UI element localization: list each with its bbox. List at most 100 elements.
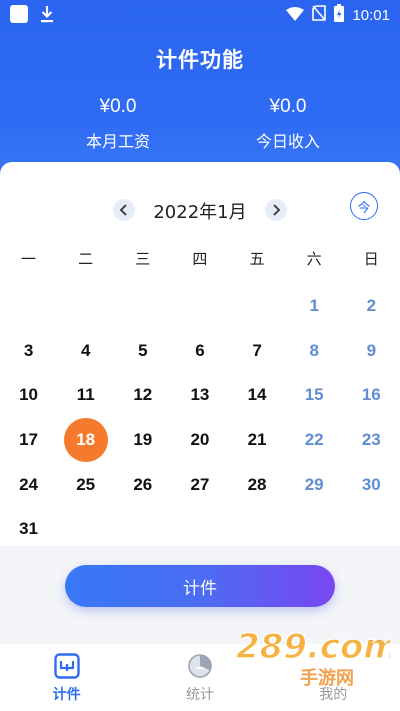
calendar-day-empty	[229, 507, 286, 552]
tab-label: 统计	[185, 687, 214, 703]
calendar-day[interactable]: 10	[0, 373, 57, 418]
calendar-day[interactable]: 6	[171, 329, 228, 374]
calendar-day-empty	[0, 284, 57, 329]
calendar-day[interactable]: 8	[286, 329, 343, 374]
calendar-day[interactable]: 19	[114, 418, 171, 463]
pie-chart-icon	[186, 652, 214, 680]
calendar-day[interactable]: 9	[343, 329, 400, 374]
calendar-day[interactable]: 12	[114, 373, 171, 418]
today-button[interactable]: 今	[350, 192, 378, 220]
calendar-day-number: 11	[76, 385, 95, 405]
calendar-day-empty	[114, 284, 171, 329]
calendar-day-number: 4	[80, 340, 91, 360]
calendar-day-number: 6	[195, 340, 205, 360]
next-month-button[interactable]	[265, 199, 287, 221]
calendar-day-number: 20	[190, 430, 210, 450]
calendar-day[interactable]: 5	[114, 329, 171, 374]
calendar-day-empty	[57, 507, 114, 552]
calendar-card: 2022年1月 今 一 二 三 四 五 六 日 1 2 3 4 5 6 7 8 9 10 11 12 1…	[0, 162, 400, 546]
calendar-day[interactable]: 14	[229, 373, 286, 418]
calendar-day[interactable]: 7	[229, 329, 286, 374]
today-income-label: 今日收入	[255, 132, 320, 151]
monthly-wage-label: 本月工资	[85, 132, 150, 151]
calendar-day-number: 25	[76, 474, 96, 494]
calendar-day[interactable]: 22	[286, 418, 343, 463]
calendar-day[interactable]: 23	[343, 418, 400, 463]
calendar-day-number: 28	[247, 474, 267, 494]
calendar-day[interactable]: 29	[286, 462, 343, 507]
tab-label: 计件	[52, 687, 81, 703]
calendar-day[interactable]: 21	[229, 418, 286, 463]
calendar-day-empty	[229, 284, 286, 329]
calendar-day-number: 22	[304, 430, 324, 450]
calendar-day-empty	[343, 507, 400, 552]
calendar-day[interactable]: 30	[343, 462, 400, 507]
weekday-sun: 日	[363, 250, 379, 268]
calendar-day[interactable]: 13	[171, 373, 228, 418]
weekday-mon: 一	[21, 250, 37, 268]
bottom-tab-bar: 计件 统计 我的	[0, 644, 400, 711]
prev-month-button[interactable]	[113, 199, 135, 221]
calendar-day[interactable]: 17	[0, 418, 57, 463]
calendar-day[interactable]: 31	[0, 507, 57, 552]
calendar-day[interactable]: 28	[229, 462, 286, 507]
weekday-sat: 六	[306, 250, 322, 268]
calendar-day[interactable]: 4	[57, 329, 114, 374]
calendar-day[interactable]: 3	[0, 329, 57, 374]
calendar-day-number: 7	[252, 340, 262, 360]
calendar-day[interactable]: 25	[57, 462, 114, 507]
calendar-day-number: 12	[133, 385, 153, 405]
calendar-day[interactable]: 1	[286, 284, 343, 329]
weekday-thu: 四	[192, 250, 208, 268]
calendar-day-selected[interactable]: 18	[57, 418, 114, 463]
calendar-day-number: 26	[133, 474, 153, 494]
weekday-fri: 五	[249, 250, 265, 268]
calendar-day[interactable]: 26	[114, 462, 171, 507]
calendar-day[interactable]: 20	[171, 418, 228, 463]
calendar-day-empty	[171, 284, 228, 329]
calendar-day-number: 8	[309, 340, 319, 360]
calendar-day-empty	[114, 507, 171, 552]
today-income-stat: ¥0.0 今日收入	[218, 96, 358, 152]
calendar-day-empty	[286, 507, 343, 552]
calendar-day-number: 10	[19, 385, 39, 405]
calendar-day-number: 5	[138, 340, 148, 360]
calendar-day[interactable]: 2	[343, 284, 400, 329]
weekday-tue: 二	[78, 250, 94, 268]
calendar-day-number: 21	[247, 430, 267, 450]
tab-mine[interactable]: 我的	[267, 644, 400, 711]
tab-label: 我的	[319, 687, 348, 703]
calendar-day-number: 23	[361, 430, 381, 450]
calendar-day[interactable]: 24	[0, 462, 57, 507]
calendar-day-empty	[57, 284, 114, 329]
calendar-day-number: 17	[19, 430, 39, 450]
calendar-day-number: 16	[361, 385, 381, 405]
page-title: 计件功能	[156, 48, 244, 72]
calendar-day-number: 19	[133, 430, 153, 450]
calendar-day-number: 14	[247, 385, 267, 405]
tab-statistics[interactable]: 统计	[133, 644, 266, 711]
calendar-day[interactable]: 15	[286, 373, 343, 418]
monthly-wage-value: ¥0.0	[99, 96, 137, 117]
weekday-header: 一 二 三 四 五 六 日	[0, 248, 400, 269]
battery-icon	[334, 4, 345, 26]
monthly-wage-stat: ¥0.0 本月工资	[48, 96, 188, 152]
user-icon	[319, 652, 347, 680]
tab-piece-count[interactable]: 计件	[0, 644, 133, 711]
chevron-left-icon	[119, 204, 127, 216]
piece-count-icon	[53, 652, 81, 680]
today-income-value: ¥0.0	[269, 96, 307, 117]
calendar-day[interactable]: 16	[343, 373, 400, 418]
calendar-day-number: 13	[190, 385, 210, 405]
calendar-day-number: 30	[361, 474, 381, 494]
download-icon	[40, 5, 54, 23]
wifi-icon	[286, 6, 305, 25]
count-piece-button[interactable]: 计件	[65, 565, 335, 607]
calendar-day-number: 31	[19, 519, 39, 539]
calendar-day-number: 9	[366, 340, 377, 360]
calendar-day-number: 3	[23, 340, 34, 360]
calendar-day-number: 24	[19, 474, 39, 494]
calendar-day-empty	[171, 507, 228, 552]
calendar-day[interactable]: 27	[171, 462, 228, 507]
calendar-day[interactable]: 11	[57, 373, 114, 418]
